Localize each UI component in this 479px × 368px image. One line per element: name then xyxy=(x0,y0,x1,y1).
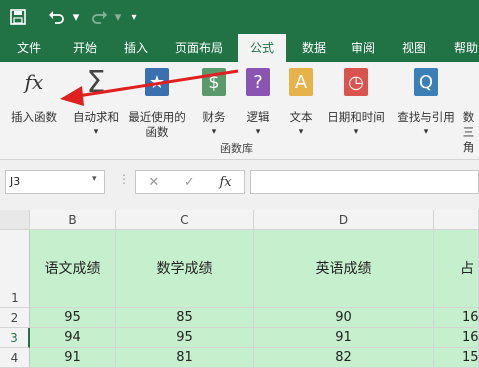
column-header-c[interactable]: C xyxy=(116,210,254,230)
column-header-d[interactable]: D xyxy=(254,210,434,230)
column-header-e[interactable] xyxy=(434,210,479,230)
cell-c3[interactable]: 95 xyxy=(116,328,254,348)
worksheet-grid: B C D 1 语文成绩 数学成绩 英语成绩 占 2 95 85 90 16 3… xyxy=(0,210,479,368)
select-all-corner[interactable] xyxy=(0,210,30,230)
cell-b3[interactable]: 94 xyxy=(30,328,116,348)
cell-c2[interactable]: 85 xyxy=(116,308,254,328)
formula-buttons: ✕ ✓ fx xyxy=(135,170,245,194)
cell-e3[interactable]: 16 xyxy=(434,328,479,348)
formula-bar: J3 ▾ ⋮ ✕ ✓ fx xyxy=(0,160,479,210)
name-box[interactable]: J3 xyxy=(5,170,105,194)
cell-b4[interactable]: 91 xyxy=(30,348,116,368)
header-cell-chinese[interactable]: 语文成绩 xyxy=(30,230,116,308)
row-header-4[interactable]: 4 xyxy=(0,348,30,368)
row-header-1[interactable]: 1 xyxy=(0,230,30,308)
cell-d3[interactable]: 91 xyxy=(254,328,434,348)
cell-e4[interactable]: 15 xyxy=(434,348,479,368)
header-cell-english[interactable]: 英语成绩 xyxy=(254,230,434,308)
header-cell-math[interactable]: 数学成绩 xyxy=(116,230,254,308)
cell-c4[interactable]: 81 xyxy=(116,348,254,368)
column-header-b[interactable]: B xyxy=(30,210,116,230)
cell-d2[interactable]: 90 xyxy=(254,308,434,328)
enter-icon[interactable]: ✓ xyxy=(184,175,195,190)
row-header-3[interactable]: 3 xyxy=(0,328,30,348)
row-header-2[interactable]: 2 xyxy=(0,308,30,328)
cancel-icon[interactable]: ✕ xyxy=(148,175,159,190)
more-icon[interactable]: ⋮ xyxy=(118,172,130,186)
cell-e2[interactable]: 16 xyxy=(434,308,479,328)
header-cell-ratio[interactable]: 占 xyxy=(434,230,479,308)
fx-icon[interactable]: fx xyxy=(219,175,231,190)
formula-input[interactable] xyxy=(250,170,479,194)
cell-d4[interactable]: 82 xyxy=(254,348,434,368)
cell-b2[interactable]: 95 xyxy=(30,308,116,328)
name-box-dropdown-icon[interactable]: ▾ xyxy=(92,174,97,184)
